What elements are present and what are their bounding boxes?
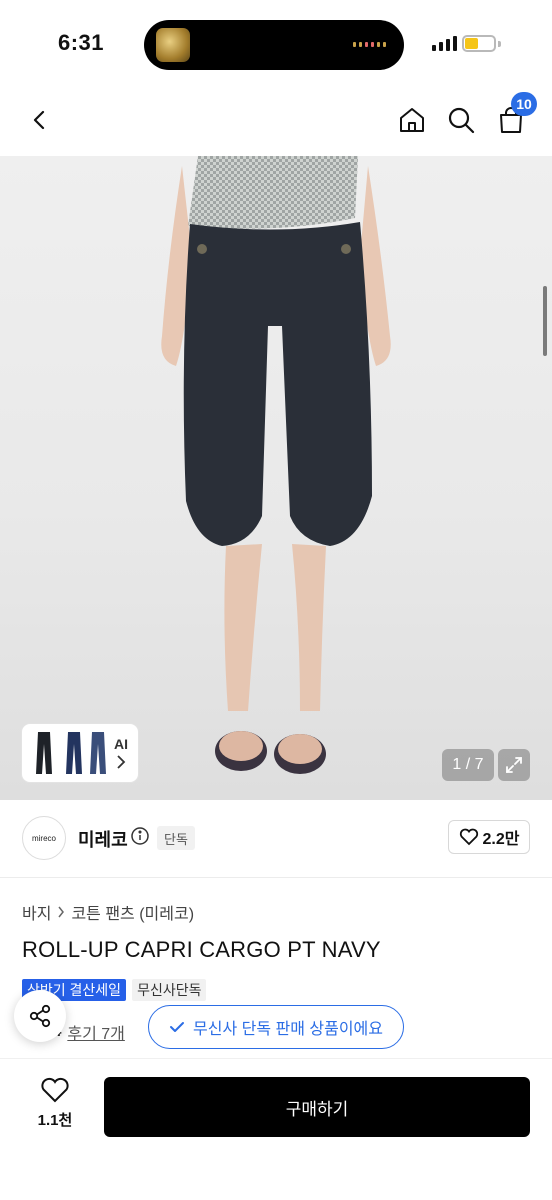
signal-icon	[432, 36, 457, 51]
ai-label: AI	[114, 736, 128, 752]
check-icon	[170, 1022, 184, 1032]
cart-count-badge: 10	[511, 92, 537, 116]
wish-button[interactable]: 1.1천	[24, 1077, 86, 1143]
battery-level	[465, 38, 478, 49]
home-button[interactable]	[390, 98, 434, 142]
thumbnail-pants-1	[36, 732, 52, 774]
exclusive-tag: 단독	[157, 826, 195, 850]
wish-count: 1.1천	[37, 1112, 73, 1129]
exclusive-toast: 무신사 단독 판매 상품이에요	[148, 1005, 404, 1049]
expand-button[interactable]	[498, 749, 530, 781]
chevron-left-icon	[33, 110, 45, 130]
search-button[interactable]	[439, 98, 483, 142]
exclusive-badge: 무신사단독	[132, 979, 207, 1001]
brand-like-button[interactable]: 2.2만	[448, 820, 530, 854]
brand-like-count: 2.2만	[482, 831, 520, 848]
breadcrumb-subcategory[interactable]: 코튼 팬츠 (미레코)	[71, 900, 194, 924]
brand-logo[interactable]: mireco	[22, 816, 66, 860]
product-photo	[161, 156, 391, 774]
search-icon	[448, 107, 475, 134]
chevron-right-icon	[117, 755, 126, 769]
home-icon	[400, 108, 424, 132]
product-image[interactable]: AI 1 / 7	[0, 156, 552, 800]
breadcrumb-category[interactable]: 바지	[22, 900, 51, 924]
buy-button[interactable]: 구매하기	[104, 1077, 530, 1137]
brand-name[interactable]: 미레코	[78, 826, 128, 852]
top-nav: 10	[0, 90, 552, 156]
chevron-right-icon	[58, 906, 65, 918]
brand-row: mireco 미레코 단독 2.2만	[0, 800, 552, 878]
heart-icon	[41, 1077, 69, 1103]
status-time: 6:31	[58, 30, 105, 55]
status-bar: 6:31	[0, 0, 552, 90]
scroll-indicator	[543, 286, 547, 356]
product-title: ROLL-UP CAPRI CARGO PT NAVY	[22, 937, 381, 962]
share-button[interactable]	[14, 990, 66, 1042]
battery-icon	[462, 35, 496, 52]
cart-button[interactable]: 10	[489, 92, 537, 142]
back-button[interactable]	[18, 98, 62, 142]
thumbnail-pants-3	[90, 732, 106, 774]
image-counter: 1 / 7	[442, 749, 494, 781]
expand-icon	[506, 757, 522, 773]
ai-similar-items-button[interactable]: AI	[22, 724, 138, 782]
toast-text: 무신사 단독 판매 상품이에요	[193, 1021, 383, 1038]
bottom-bar: 1.1천 구매하기	[0, 1058, 552, 1200]
review-link[interactable]: 후기 7개	[67, 1020, 125, 1044]
breadcrumb: 바지 코튼 팬츠 (미레코)	[22, 900, 194, 924]
dynamic-island	[144, 20, 404, 70]
info-icon[interactable]	[130, 826, 150, 846]
share-icon	[29, 1004, 51, 1028]
now-playing-artwork	[156, 28, 190, 62]
heart-icon	[459, 828, 478, 846]
audio-wave-icon	[353, 42, 386, 47]
